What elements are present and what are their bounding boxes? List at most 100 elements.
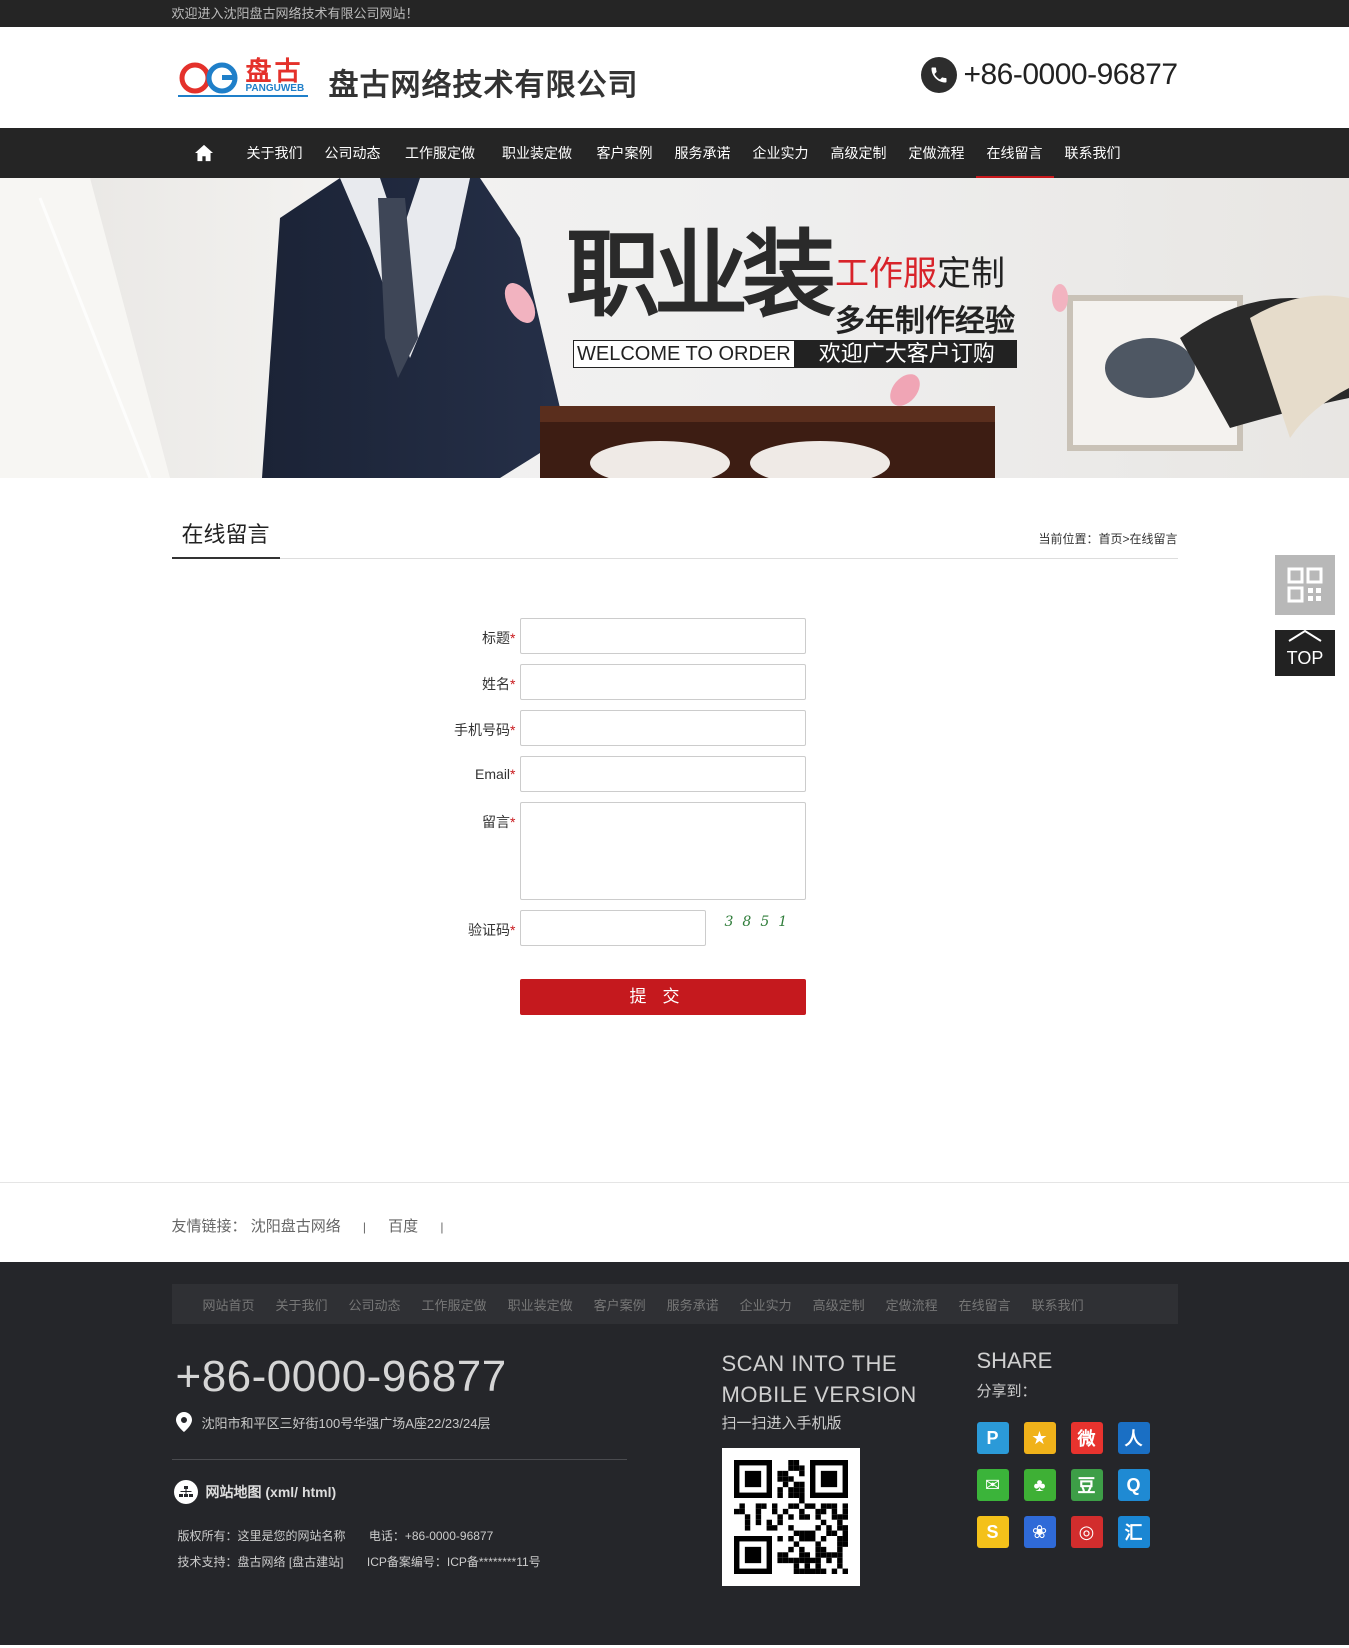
back-to-top-button[interactable]: TOP (1275, 630, 1335, 676)
link-separator: | (440, 1220, 444, 1234)
main-content: 在线留言 当前位置：首页>在线留言 标题* 姓名* 手机号码* Email* 留… (0, 478, 1349, 1182)
nav-item[interactable]: 服务承诺 (664, 128, 742, 178)
sohu-icon[interactable]: S (976, 1516, 1009, 1548)
share-subtitle: 分享到： (976, 1383, 1037, 1400)
weibo-icon[interactable]: 微 (1070, 1422, 1103, 1454)
nav-item[interactable]: 关于我们 (236, 128, 314, 178)
scan-title: SCAN INTO THE MOBILE VERSION (721, 1351, 917, 1407)
qr-code-icon (1287, 567, 1323, 603)
location-pin-icon (175, 1412, 192, 1432)
header-phone-number: +86-0000-96877 (963, 58, 1178, 91)
top-bar: 欢迎进入沈阳盘古网络技术有限公司网站！ (0, 0, 1349, 27)
copyright-text: 版权所有：这里是您的网站名称 (177, 1529, 346, 1543)
phone-input[interactable] (519, 710, 806, 746)
footer-nav-item[interactable]: 服务承诺 (667, 1295, 719, 1314)
qq-icon[interactable]: Q (1117, 1469, 1150, 1501)
footer-address: 沈阳市和平区三好街100号华强广场A座22/23/24层 (175, 1412, 491, 1432)
footer-nav-item[interactable]: 职业装定做 (508, 1295, 573, 1314)
sitemap-label: 网站地图 (xml/ html) (205, 1484, 337, 1500)
footer-nav-item[interactable]: 关于我们 (276, 1295, 328, 1314)
phone-label: 手机号码* (454, 722, 516, 738)
nav-item[interactable]: 客户案例 (586, 128, 664, 178)
footer-nav-item[interactable]: 在线留言 (959, 1295, 1011, 1314)
footer-address-text: 沈阳市和平区三好街100号华强广场A座22/23/24层 (201, 1415, 491, 1431)
footer-phone: +86-0000-96877 (175, 1352, 507, 1401)
title-input[interactable] (519, 618, 806, 654)
page-title: 在线留言 (171, 518, 280, 559)
email-label: Email* (475, 766, 516, 782)
chevron-up-icon (1288, 630, 1322, 642)
qq-star-icon[interactable]: ★ (1023, 1422, 1056, 1454)
nav-item[interactable]: 联系我们 (1054, 128, 1132, 178)
title-label: 标题* (482, 630, 516, 646)
nav-item[interactable]: 在线留言 (975, 128, 1054, 178)
phone-icon (921, 57, 958, 93)
share-title: SHARE (976, 1348, 1053, 1373)
link-separator: | (362, 1220, 366, 1234)
nav-item[interactable]: 职业装定做 (489, 128, 586, 178)
email-input[interactable] (519, 756, 806, 792)
scan-subtitle: 扫一扫进入手机版 (721, 1415, 842, 1432)
breadcrumb-prefix: 当前位置： (1038, 532, 1099, 546)
douban-icon[interactable]: 豆 (1070, 1469, 1103, 1501)
nav-item[interactable]: 高级定制 (820, 128, 898, 178)
footer-nav-item[interactable]: 定做流程 (886, 1295, 938, 1314)
friend-link[interactable]: 百度 (388, 1218, 418, 1235)
captcha-image[interactable]: 3851 (725, 914, 797, 930)
footer-sitemap[interactable]: 网站地图 (xml/ html) (173, 1480, 337, 1504)
company-name: 盘古网络技术有限公司 (328, 68, 639, 103)
footer-divider (171, 1459, 627, 1460)
name-label: 姓名* (482, 676, 516, 692)
submit-button[interactable]: 提交 (519, 979, 806, 1015)
header: 盘古 PANGUWEB 盘古网络技术有限公司 +86-0000-96877 (0, 27, 1349, 128)
renren-icon[interactable]: 人 (1117, 1422, 1150, 1454)
banner-big-title: 职业装 (566, 221, 836, 330)
home-icon (194, 144, 213, 162)
logo[interactable]: 盘古 PANGUWEB (177, 57, 314, 99)
friend-link[interactable]: 沈阳盘古网络 (251, 1218, 341, 1235)
captcha-label: 验证码* (468, 922, 516, 938)
baidu-icon[interactable]: ❀ (1023, 1516, 1056, 1548)
footer-nav-item[interactable]: 工作服定做 (422, 1295, 487, 1314)
banner-subtitle: 工作服定制 (835, 254, 1005, 294)
breadcrumb-current[interactable]: 在线留言 (1129, 532, 1177, 546)
nav-item[interactable]: 公司动态 (314, 128, 392, 178)
footer-nav-item[interactable]: 联系我们 (1032, 1295, 1084, 1314)
header-phone: +86-0000-96877 (921, 57, 1178, 93)
breadcrumb: 当前位置：首页>在线留言 (1038, 530, 1177, 547)
footer-nav-item[interactable]: 网站首页 (203, 1295, 255, 1314)
captcha-input[interactable] (519, 910, 706, 946)
footer-nav-item[interactable]: 公司动态 (349, 1295, 401, 1314)
name-input[interactable] (519, 664, 806, 700)
nav-item[interactable]: 工作服定做 (392, 128, 489, 178)
share-icons: P ★ 微人 ✉ ♣ 豆 Q S ❀ ◎ 汇 (976, 1422, 1177, 1563)
mobile-qr-code (721, 1448, 860, 1586)
netease-icon[interactable]: ◎ (1070, 1516, 1103, 1548)
footer-nav-item[interactable]: 客户案例 (594, 1295, 646, 1314)
message-label: 留言* (482, 814, 516, 830)
welcome-text: 欢迎进入沈阳盘古网络技术有限公司网站！ (171, 6, 419, 21)
wechat-icon[interactable]: ✉ (976, 1469, 1009, 1501)
nav-home[interactable] (172, 128, 236, 178)
logo-subtext: PANGUWEB (245, 83, 305, 94)
banner-welcome-en: WELCOME TO ORDER (573, 340, 795, 368)
footer-nav-item[interactable]: 企业实力 (740, 1295, 792, 1314)
side-qr-button[interactable] (1275, 555, 1335, 615)
friend-links-label: 友情链接： (171, 1218, 247, 1235)
message-textarea[interactable] (519, 802, 806, 900)
footer: 网站首页 关于我们 公司动态 工作服定做 职业装定做 客户案例 服务承诺 企业实力 高级定制 定做… (0, 1262, 1349, 1645)
nav-item[interactable]: 企业实力 (742, 128, 820, 178)
breadcrumb-home-link[interactable]: 首页 (1098, 532, 1122, 546)
sitemap-icon (173, 1480, 198, 1504)
banner: 职业装 工作服定制 多年制作经验 WELCOME TO ORDER 欢迎广大客户… (0, 178, 1349, 478)
main-nav: 关于我们 公司动态 工作服定做 职业装定做 客户案例 服务承诺 企业实力 高级定制 定做流程 在线… (0, 128, 1349, 178)
nav-item[interactable]: 定做流程 (898, 128, 976, 178)
footer-nav-item[interactable]: 高级定制 (813, 1295, 865, 1314)
kaixin-icon[interactable]: ♣ (1023, 1469, 1056, 1501)
footer-tel: 电话：+86-0000-96877 (368, 1529, 494, 1543)
qr-code-image (733, 1460, 848, 1574)
hui-icon[interactable]: 汇 (1117, 1516, 1150, 1548)
support-text[interactable]: 技术支持：盘古网络 [盘古建站] (178, 1555, 344, 1569)
friend-links: 友情链接： 沈阳盘古网络 | 百度 | (0, 1182, 1349, 1262)
qzone-icon[interactable]: P (976, 1422, 1009, 1454)
